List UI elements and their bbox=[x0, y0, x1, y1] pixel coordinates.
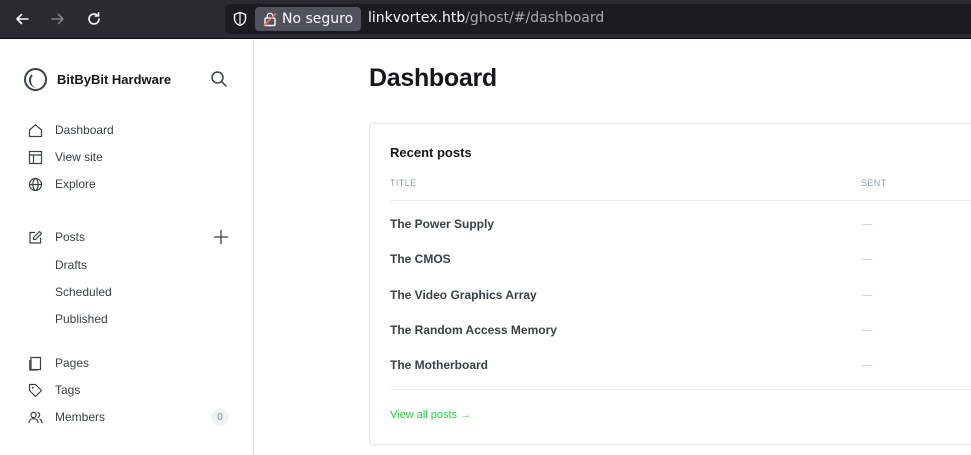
table-row[interactable]: The Power Supply — bbox=[390, 217, 971, 237]
sidebar-item-scheduled[interactable]: Scheduled bbox=[55, 285, 112, 299]
post-sent: — bbox=[861, 358, 873, 372]
view-all-posts-link[interactable]: View all posts → bbox=[390, 409, 471, 421]
members-count-badge: 0 bbox=[211, 409, 229, 426]
site-brand[interactable]: BitByBit Hardware bbox=[24, 68, 171, 91]
post-sent: — bbox=[861, 288, 873, 302]
sidebar-item-label: Explore bbox=[55, 177, 96, 191]
tag-icon bbox=[28, 383, 43, 397]
url-path: /ghost/#/dashboard bbox=[465, 10, 605, 26]
layout-icon bbox=[28, 150, 43, 164]
table-row[interactable]: The Motherboard — bbox=[390, 358, 971, 378]
sidebar-item-drafts[interactable]: Drafts bbox=[55, 258, 87, 272]
page-title: Dashboard bbox=[369, 64, 497, 92]
url-text[interactable]: linkvortex.htb/ghost/#/dashboard bbox=[368, 10, 604, 26]
security-label: No seguro bbox=[282, 11, 354, 27]
sidebar-item-published[interactable]: Published bbox=[55, 312, 108, 326]
browser-toolbar: No seguro linkvortex.htb/ghost/#/dashboa… bbox=[0, 0, 971, 39]
sidebar-item-label: Members bbox=[55, 410, 106, 424]
recent-posts-card: Recent posts TITLE SENT The Power Supply… bbox=[369, 123, 971, 445]
forward-button[interactable] bbox=[45, 7, 71, 31]
address-bar[interactable]: No seguro linkvortex.htb/ghost/#/dashboa… bbox=[225, 4, 971, 34]
divider bbox=[390, 389, 971, 390]
arrow-right-icon bbox=[51, 13, 64, 25]
arrow-left-icon bbox=[16, 13, 29, 25]
post-title[interactable]: The CMOS bbox=[390, 252, 451, 266]
members-icon bbox=[28, 411, 43, 423]
sidebar-item-label: View site bbox=[55, 150, 103, 164]
post-sent: — bbox=[861, 217, 873, 231]
column-header-title: TITLE bbox=[390, 178, 417, 188]
post-title[interactable]: The Motherboard bbox=[390, 358, 488, 372]
sidebar: BitByBit Hardware Dashboard View site Ex… bbox=[0, 40, 254, 455]
sidebar-item-label: Pages bbox=[55, 356, 90, 370]
table-row[interactable]: The Random Access Memory — bbox=[390, 323, 971, 343]
sidebar-item-posts[interactable]: Posts bbox=[28, 227, 85, 247]
sidebar-item-members[interactable]: Members bbox=[28, 407, 105, 427]
insecure-lock-icon bbox=[263, 12, 277, 27]
site-logo-icon bbox=[24, 68, 47, 91]
main-content: Dashboard Recent posts TITLE SENT The Po… bbox=[255, 40, 971, 455]
sidebar-item-tags[interactable]: Tags bbox=[28, 380, 80, 400]
pages-icon bbox=[29, 356, 42, 371]
sidebar-item-view-site[interactable]: View site bbox=[28, 147, 103, 167]
sidebar-item-dashboard[interactable]: Dashboard bbox=[28, 120, 114, 140]
globe-icon bbox=[28, 177, 43, 191]
post-title[interactable]: The Power Supply bbox=[390, 217, 494, 231]
sidebar-item-explore[interactable]: Explore bbox=[28, 174, 96, 194]
reload-icon bbox=[88, 12, 100, 25]
search-icon[interactable] bbox=[210, 70, 228, 88]
plus-icon[interactable] bbox=[213, 229, 229, 245]
card-title: Recent posts bbox=[390, 145, 472, 160]
back-button[interactable] bbox=[9, 7, 35, 31]
column-header-sent: SENT bbox=[861, 178, 887, 188]
edit-icon bbox=[29, 230, 43, 244]
post-title[interactable]: The Random Access Memory bbox=[390, 323, 557, 337]
sidebar-item-label: Posts bbox=[55, 230, 86, 244]
table-row[interactable]: The CMOS — bbox=[390, 252, 971, 272]
sidebar-item-label: Dashboard bbox=[55, 123, 114, 137]
home-icon bbox=[28, 123, 43, 137]
post-sent: — bbox=[861, 323, 873, 337]
post-title[interactable]: The Video Graphics Array bbox=[390, 288, 537, 302]
sidebar-item-pages[interactable]: Pages bbox=[28, 353, 89, 373]
post-sent: — bbox=[861, 252, 873, 266]
url-host: linkvortex.htb bbox=[368, 10, 466, 26]
security-indicator[interactable]: No seguro bbox=[255, 7, 362, 31]
site-name: BitByBit Hardware bbox=[57, 72, 172, 87]
divider bbox=[390, 200, 971, 201]
table-row[interactable]: The Video Graphics Array — bbox=[390, 288, 971, 308]
reload-button[interactable] bbox=[81, 7, 107, 31]
sidebar-item-label: Tags bbox=[55, 383, 81, 397]
shield-icon[interactable] bbox=[232, 11, 248, 27]
